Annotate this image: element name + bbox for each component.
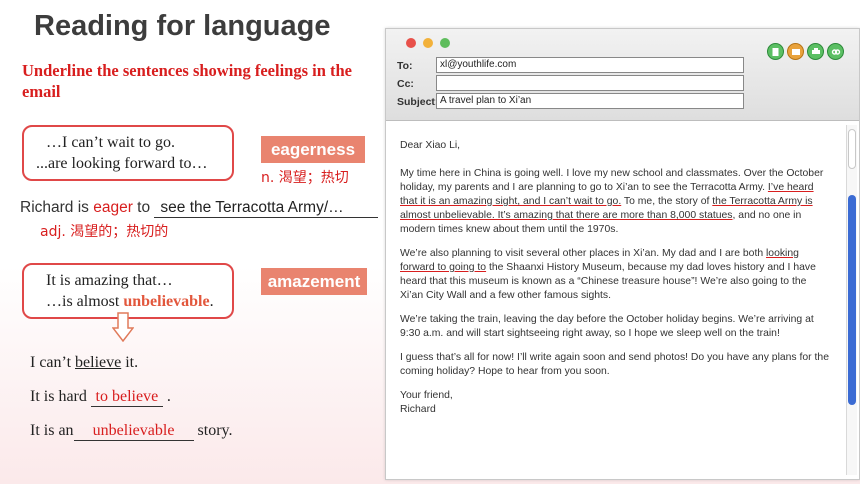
blank-to-believe: to believe [90,388,163,407]
email-window: To: xl@youthlife.com Cc: Subject: A trav… [385,28,860,480]
email-paragraph-4: I guess that’s all for now! I’ll write a… [400,352,829,377]
amazement-tag: amazement [261,268,367,295]
email-paragraph-2: We’re also planning to visit several oth… [400,248,816,301]
subject-label: Subject: [397,96,439,108]
blank-unbelievable: unbelievable [73,422,194,441]
to-label: To: [397,60,413,72]
page-title: Reading for language [34,10,331,42]
instruction-text: Underline the sentences showing feelings… [22,61,352,101]
box2-line2: …is almost unbelievable. [46,293,214,310]
eagerness-sentences-box: …I can’t wait to go. ...are looking forw… [22,125,234,181]
maximize-window-icon[interactable] [440,38,450,48]
eager-sentence: Richard is eager to see the Terracotta A… [20,199,379,218]
eager-blank: see the Terracotta Army/… [154,199,379,218]
scroll-track-top [848,129,856,169]
email-greeting: Dear Xiao Li, [400,140,461,151]
sentence-2: It is hard to believe . [30,388,171,407]
folder-icon[interactable] [787,43,804,60]
email-paragraph-3: We’re taking the train, leaving the day … [400,314,814,339]
box1-line1: …I can’t wait to go. [46,134,176,151]
email-header: To: xl@youthlife.com Cc: Subject: A trav… [386,29,859,121]
unbelievable-word: unbelievable [123,293,210,310]
email-scrollbar[interactable] [846,125,857,475]
email-signature: Richard [400,404,436,415]
email-closing: Your friend, [400,390,453,401]
noun-definition: n. 渴望；热切 [261,170,349,186]
eager-word: eager [93,199,133,216]
attachment-icon[interactable] [827,43,844,60]
email-paragraph-1: My time here in China is going well. I l… [400,168,824,235]
box1-line2: ...are looking forward to… [36,155,208,172]
down-arrow-icon [111,312,135,347]
adj-definition: adj. 渴望的；热切的 [40,224,169,240]
eagerness-tag: eagerness [261,136,365,163]
print-icon[interactable] [807,43,824,60]
cc-field[interactable] [436,75,744,91]
box2-line1: It is amazing that… [46,272,173,289]
cc-label: Cc: [397,78,414,90]
document-icon[interactable] [767,43,784,60]
to-field[interactable]: xl@youthlife.com [436,57,744,73]
amazement-sentences-box: It is amazing that… …is almost unbelieva… [22,263,234,319]
scroll-thumb[interactable] [848,195,856,405]
minimize-window-icon[interactable] [423,38,433,48]
close-window-icon[interactable] [406,38,416,48]
email-body: Dear Xiao Li, My time here in China is g… [400,139,832,417]
subject-field[interactable]: A travel plan to Xi’an [436,93,744,109]
sentence-3: It is an unbelievable story. [30,422,233,441]
sentence-1: I can’t believe it. [30,354,139,371]
